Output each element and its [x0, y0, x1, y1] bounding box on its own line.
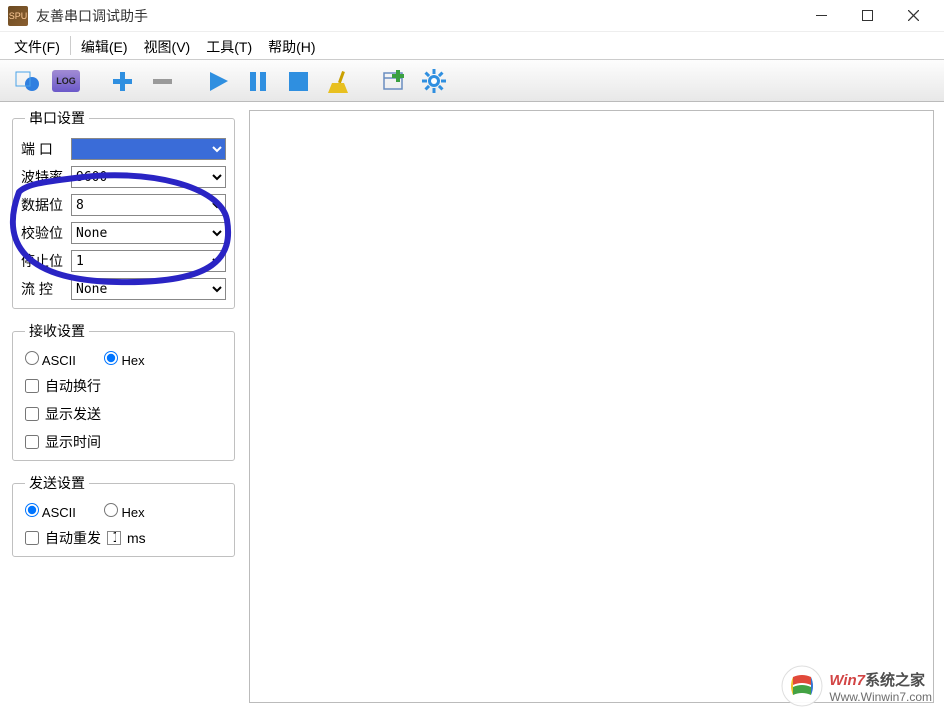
title-bar: SPU 友善串口调试助手: [0, 0, 944, 32]
main-area: 串口设置 端 口 波特率 9600 数据位 8 校验位 None 停止位 1: [0, 102, 944, 713]
send-hex-label: Hex: [122, 505, 145, 520]
recv-hex-label: Hex: [122, 353, 145, 368]
plus-icon: [110, 69, 134, 93]
play-button[interactable]: [202, 65, 234, 97]
port-select[interactable]: [71, 138, 226, 160]
recv-settings-legend: 接收设置: [25, 321, 89, 341]
send-hex-option[interactable]: Hex: [104, 503, 145, 520]
flow-select[interactable]: None: [71, 278, 226, 300]
stopbits-select[interactable]: 1: [71, 250, 226, 272]
stop-button[interactable]: [282, 65, 314, 97]
show-send-label: 显示发送: [45, 404, 101, 424]
auto-repeat-checkbox[interactable]: [25, 531, 39, 545]
baud-label: 波特率: [21, 167, 65, 187]
serial-settings-legend: 串口设置: [25, 108, 89, 128]
repeat-interval-input[interactable]: [107, 531, 121, 545]
databits-select[interactable]: 8: [71, 194, 226, 216]
recv-ascii-option[interactable]: ASCII: [25, 351, 76, 368]
send-settings-legend: 发送设置: [25, 473, 89, 493]
port-label: 端 口: [21, 139, 65, 159]
parity-label: 校验位: [21, 223, 65, 243]
stop-icon: [286, 69, 310, 93]
recv-hex-option[interactable]: Hex: [104, 351, 145, 368]
serial-settings-group: 串口设置 端 口 波特率 9600 数据位 8 校验位 None 停止位 1: [12, 108, 235, 309]
baud-select[interactable]: 9600: [71, 166, 226, 188]
stopbits-label: 停止位: [21, 251, 65, 271]
show-time-label: 显示时间: [45, 432, 101, 452]
pause-icon: [246, 69, 270, 93]
menu-tools[interactable]: 工具(T): [198, 32, 260, 59]
settings-button[interactable]: [418, 65, 450, 97]
show-time-checkbox[interactable]: 显示时间: [21, 432, 226, 452]
log-icon: LOG: [52, 70, 80, 92]
watermark: Win7系统之家 Www.Winwin7.com: [781, 665, 932, 707]
menu-view[interactable]: 视图(V): [136, 32, 199, 59]
play-icon: [206, 69, 230, 93]
watermark-url: Www.Winwin7.com: [829, 690, 932, 704]
watermark-text: Win7系统之家 Www.Winwin7.com: [829, 669, 932, 704]
minimize-button[interactable]: [798, 2, 844, 30]
auto-wrap-label: 自动换行: [45, 376, 101, 396]
connect-button[interactable]: [10, 65, 42, 97]
toolbar: LOG: [0, 60, 944, 102]
recv-settings-group: 接收设置 ASCII Hex 自动换行 显示发送 显示时间: [12, 321, 235, 461]
auto-wrap-checkbox[interactable]: 自动换行: [21, 376, 226, 396]
menu-bar: 文件(F) 编辑(E) 视图(V) 工具(T) 帮助(H): [0, 32, 944, 60]
log-button[interactable]: LOG: [50, 65, 82, 97]
show-send-checkbox[interactable]: 显示发送: [21, 404, 226, 424]
add-button[interactable]: [106, 65, 138, 97]
send-ascii-label: ASCII: [42, 505, 76, 520]
watermark-brand-suffix: 系统之家: [865, 672, 925, 689]
send-settings-group: 发送设置 ASCII Hex 自动重发 ms: [12, 473, 235, 557]
minus-icon: [150, 69, 174, 93]
window-title: 友善串口调试助手: [36, 6, 798, 26]
app-icon: SPU: [8, 6, 28, 26]
output-area[interactable]: [249, 110, 934, 703]
clear-button[interactable]: [322, 65, 354, 97]
sidebar: 串口设置 端 口 波特率 9600 数据位 8 校验位 None 停止位 1: [0, 102, 245, 713]
remove-button[interactable]: [146, 65, 178, 97]
maximize-button[interactable]: [844, 2, 890, 30]
gear-icon: [421, 68, 447, 94]
new-window-icon: [382, 69, 406, 93]
repeat-unit-label: ms: [127, 530, 146, 546]
menu-edit[interactable]: 编辑(E): [73, 32, 136, 59]
parity-select[interactable]: None: [71, 222, 226, 244]
pause-button[interactable]: [242, 65, 274, 97]
broom-icon: [326, 69, 350, 93]
menu-file[interactable]: 文件(F): [6, 32, 68, 59]
watermark-logo-icon: [781, 665, 823, 707]
send-ascii-option[interactable]: ASCII: [25, 503, 76, 520]
databits-label: 数据位: [21, 195, 65, 215]
menu-help[interactable]: 帮助(H): [260, 32, 323, 59]
flow-label: 流 控: [21, 279, 65, 299]
close-button[interactable]: [890, 2, 936, 30]
auto-repeat-label: 自动重发: [45, 528, 101, 548]
recv-ascii-label: ASCII: [42, 353, 76, 368]
menu-separator: [70, 36, 71, 55]
watermark-brand-prefix: Win7: [829, 672, 865, 689]
new-window-button[interactable]: [378, 65, 410, 97]
